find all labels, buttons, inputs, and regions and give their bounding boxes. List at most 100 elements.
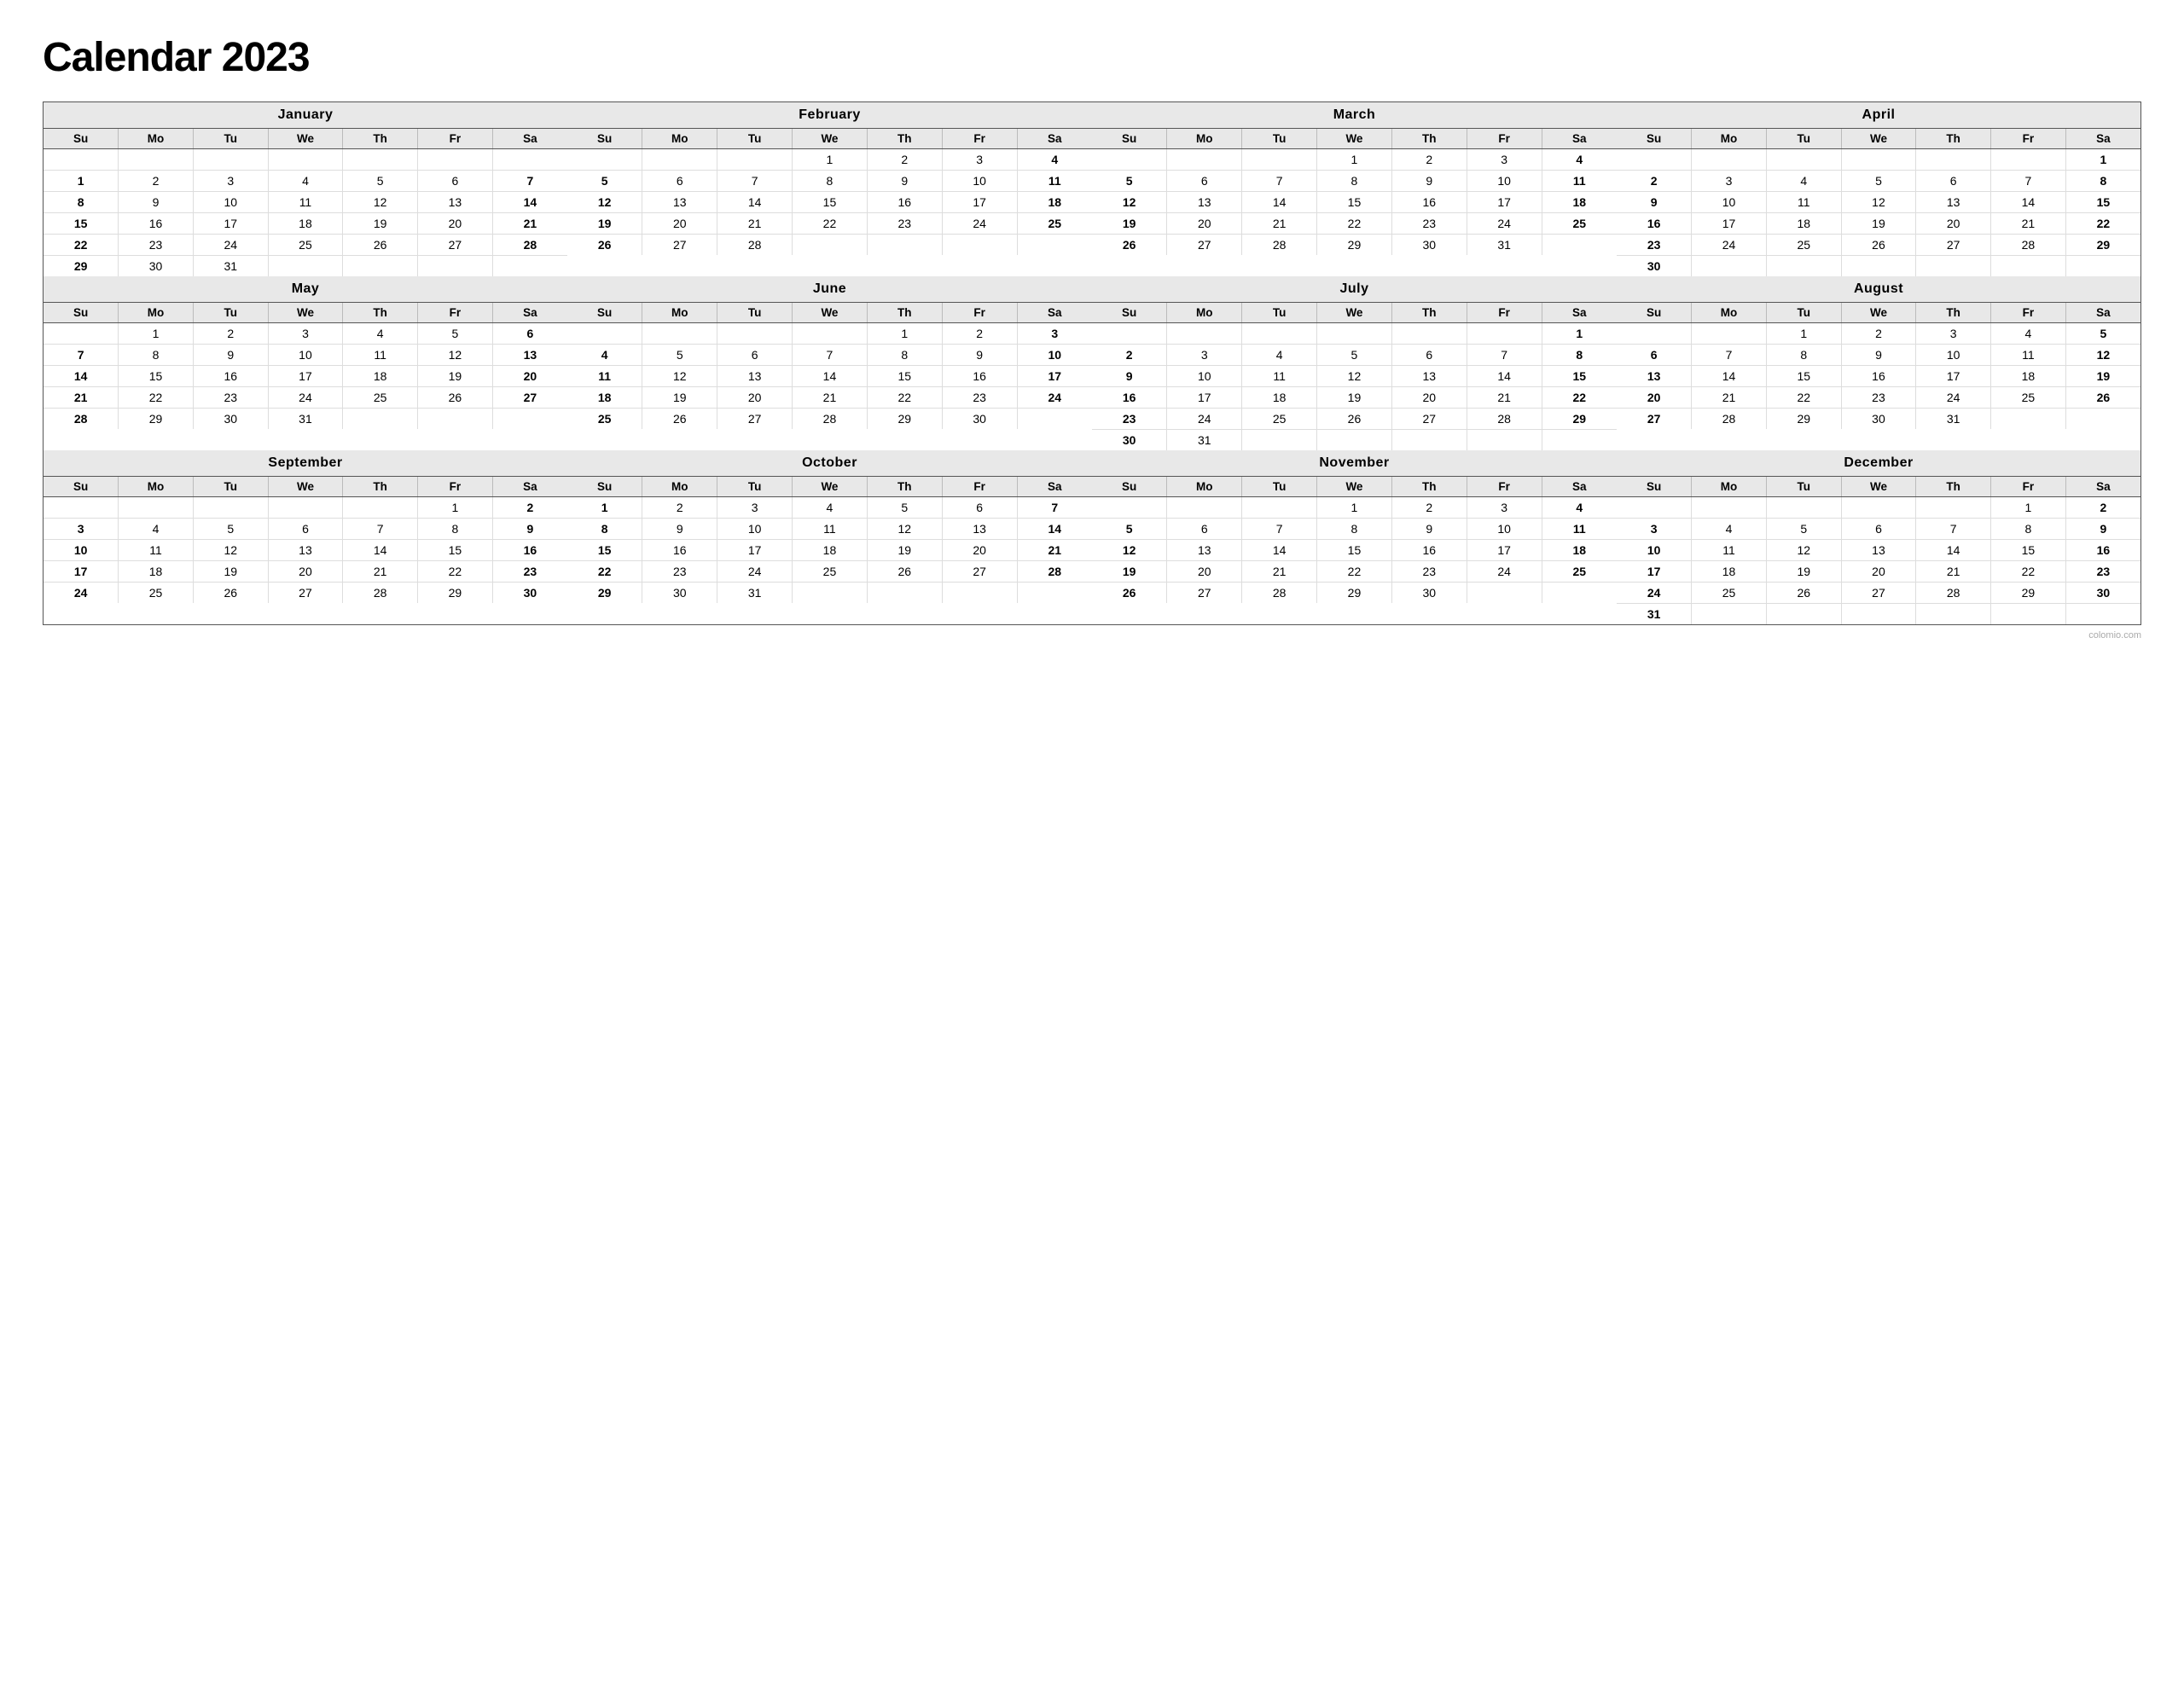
- calendar-week-row: 10111213141516: [44, 540, 567, 561]
- calendar-day: 26: [418, 387, 493, 409]
- day-header-th: Th: [1391, 129, 1467, 149]
- calendar-day: 11: [793, 519, 868, 540]
- calendar-day: 26: [2065, 387, 2140, 409]
- calendar-day: 20: [717, 387, 793, 409]
- calendar-day: 19: [1092, 213, 1167, 235]
- calendar-day: 4: [1692, 519, 1767, 540]
- calendar-day: 12: [567, 192, 642, 213]
- calendar-week-row: 12131415161718: [1092, 192, 1617, 213]
- calendar-day: [2065, 604, 2140, 625]
- calendar-day: 22: [44, 235, 119, 256]
- day-header-sa: Sa: [2065, 477, 2140, 497]
- calendar-day: 23: [2065, 561, 2140, 583]
- calendar-week-row: 14151617181920: [44, 366, 567, 387]
- day-header-mo: Mo: [1167, 129, 1242, 149]
- month-title-november: November: [1092, 450, 1617, 477]
- calendar-day: [343, 409, 418, 430]
- calendar-day: 15: [44, 213, 119, 235]
- calendar-week-row: 20212223242526: [1617, 387, 2140, 409]
- calendar-day: 13: [942, 519, 1017, 540]
- calendar-day: 28: [793, 409, 868, 430]
- calendar-day: 9: [867, 171, 942, 192]
- calendar-day: 2: [193, 323, 268, 345]
- calendar-day: 6: [418, 171, 493, 192]
- calendar-week-row: 23242526272829: [1617, 235, 2140, 256]
- calendar-day: 9: [942, 345, 1017, 366]
- calendar-week-row: 9101112131415: [1092, 366, 1617, 387]
- calendar-day: 6: [1167, 519, 1242, 540]
- month-march: MarchSuMoTuWeThFrSa 12345678910111213141…: [1092, 101, 1617, 276]
- calendar-day: [492, 149, 567, 171]
- calendar-day: [1167, 323, 1242, 345]
- calendar-grid: JanuarySuMoTuWeThFrSa 123456789101112131…: [43, 101, 2141, 625]
- calendar-day: 1: [2065, 149, 2140, 171]
- calendar-day: 20: [268, 561, 343, 583]
- calendar-day: 26: [193, 583, 268, 604]
- calendar-day: 1: [1317, 497, 1392, 519]
- calendar-day: 14: [492, 192, 567, 213]
- day-header-fr: Fr: [1467, 477, 1542, 497]
- calendar-day: 13: [717, 366, 793, 387]
- calendar-week-row: 2345678: [1617, 171, 2140, 192]
- calendar-day: 24: [942, 213, 1017, 235]
- calendar-week-row: 2345678: [1092, 345, 1617, 366]
- calendar-day: 13: [1916, 192, 1991, 213]
- day-header-th: Th: [867, 477, 942, 497]
- calendar-day: 18: [1242, 387, 1317, 409]
- calendar-day: 14: [44, 366, 119, 387]
- calendar-day: 31: [1916, 409, 1991, 430]
- calendar-day: 24: [1617, 583, 1692, 604]
- calendar-day: 11: [1766, 192, 1841, 213]
- calendar-day: 11: [1542, 171, 1617, 192]
- day-header-mo: Mo: [119, 129, 194, 149]
- calendar-day: [2065, 256, 2140, 277]
- calendar-week-row: 1234: [567, 149, 1092, 171]
- calendar-day: 23: [1617, 235, 1692, 256]
- calendar-day: 19: [1317, 387, 1392, 409]
- calendar-day: [1692, 149, 1767, 171]
- calendar-week-row: 262728293031: [1092, 235, 1617, 256]
- calendar-day: 3: [44, 519, 119, 540]
- day-header-fr: Fr: [942, 303, 1017, 323]
- calendar-day: 27: [1167, 583, 1242, 604]
- month-title-august: August: [1617, 276, 2140, 303]
- month-table-june: SuMoTuWeThFrSa 1234567891011121314151617…: [567, 303, 1092, 429]
- calendar-day: [1542, 583, 1617, 604]
- calendar-day: 5: [1766, 519, 1841, 540]
- month-title-july: July: [1092, 276, 1617, 303]
- calendar-day: 23: [1391, 213, 1467, 235]
- calendar-day: 5: [193, 519, 268, 540]
- calendar-day: 13: [492, 345, 567, 366]
- calendar-day: 4: [343, 323, 418, 345]
- calendar-day: 20: [1167, 213, 1242, 235]
- month-title-may: May: [44, 276, 567, 303]
- calendar-day: 17: [268, 366, 343, 387]
- month-table-april: SuMoTuWeThFrSa 1234567891011121314151617…: [1617, 129, 2140, 276]
- calendar-day: 26: [1766, 583, 1841, 604]
- calendar-week-row: 16171819202122: [1092, 387, 1617, 409]
- calendar-day: 8: [2065, 171, 2140, 192]
- calendar-day: 18: [793, 540, 868, 561]
- day-header-th: Th: [343, 129, 418, 149]
- calendar-day: 3: [1467, 497, 1542, 519]
- calendar-day: 8: [567, 519, 642, 540]
- calendar-day: 22: [2065, 213, 2140, 235]
- calendar-week-row: 17181920212223: [1617, 561, 2140, 583]
- calendar-day: 16: [2065, 540, 2140, 561]
- calendar-day: 25: [268, 235, 343, 256]
- calendar-day: 13: [1167, 540, 1242, 561]
- calendar-day: 5: [567, 171, 642, 192]
- calendar-week-row: 1: [1617, 149, 2140, 171]
- calendar-day: 22: [119, 387, 194, 409]
- calendar-day: [343, 256, 418, 277]
- calendar-day: 18: [567, 387, 642, 409]
- month-table-may: SuMoTuWeThFrSa 1234567891011121314151617…: [44, 303, 567, 429]
- calendar-day: 24: [1167, 409, 1242, 430]
- calendar-day: 4: [1766, 171, 1841, 192]
- calendar-day: 14: [1242, 192, 1317, 213]
- calendar-day: 21: [717, 213, 793, 235]
- day-header-sa: Sa: [2065, 303, 2140, 323]
- month-december: DecemberSuMoTuWeThFrSa 12345678910111213…: [1617, 450, 2141, 625]
- calendar-day: 25: [1692, 583, 1767, 604]
- calendar-day: 3: [1617, 519, 1692, 540]
